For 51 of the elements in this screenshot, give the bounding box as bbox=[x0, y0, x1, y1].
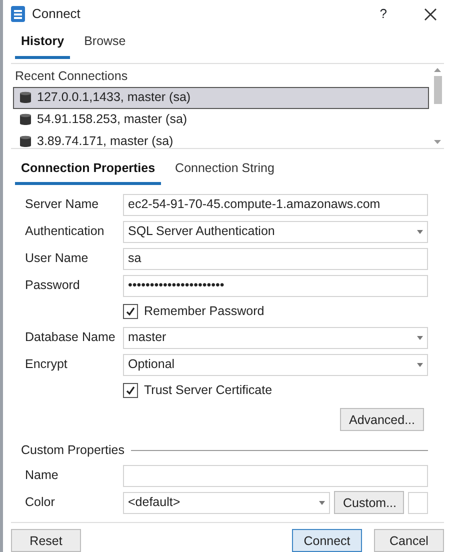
color-swatch[interactable] bbox=[408, 492, 428, 514]
field-label: Color bbox=[25, 494, 56, 512]
field-label: Password bbox=[25, 277, 81, 294]
close-icon bbox=[424, 8, 437, 22]
tab[interactable]: History bbox=[15, 28, 70, 59]
field-label: Database Name bbox=[25, 329, 116, 346]
custom-color-button[interactable]: Custom... bbox=[334, 491, 404, 514]
checkmark-icon bbox=[125, 385, 136, 396]
tab[interactable]: Connection String bbox=[169, 154, 280, 186]
connection-item[interactable]: 3.89.74.171, master (sa) bbox=[13, 130, 429, 148]
dropdown-field[interactable]: SQL Server Authentication bbox=[123, 220, 428, 243]
input-field[interactable]: sa bbox=[123, 248, 428, 270]
checkbox[interactable] bbox=[123, 304, 138, 320]
database-icon bbox=[20, 135, 31, 148]
dropdown-field[interactable]: <default> bbox=[123, 492, 330, 514]
dropdown-field[interactable]: Optional bbox=[123, 354, 428, 376]
checkbox[interactable] bbox=[123, 383, 138, 398]
dropdown-caret-icon bbox=[417, 362, 423, 367]
scroll-up-icon[interactable] bbox=[434, 68, 441, 72]
database-icon bbox=[20, 91, 31, 104]
dialog-button[interactable]: Cancel bbox=[374, 529, 444, 552]
tab[interactable]: Connection Properties bbox=[15, 154, 162, 186]
connection-item[interactable]: 127.0.0.1,1433, master (sa) bbox=[13, 86, 429, 108]
group-heading: Custom Properties bbox=[21, 442, 125, 460]
input-field[interactable]: •••••••••••••••••••••• bbox=[123, 274, 428, 297]
checkmark-icon bbox=[125, 306, 136, 318]
dialog-button[interactable]: Connect bbox=[292, 529, 362, 552]
dropdown-caret-icon bbox=[417, 336, 423, 340]
advanced-button[interactable]: Advanced... bbox=[340, 408, 424, 431]
scroll-down-icon[interactable] bbox=[434, 140, 441, 144]
app-logo-icon bbox=[11, 6, 25, 22]
field-label: Encrypt bbox=[25, 356, 68, 374]
checkbox-label: Remember Password bbox=[144, 303, 264, 320]
dropdown-caret-icon bbox=[417, 230, 423, 234]
dialog-button[interactable]: Reset bbox=[11, 529, 81, 552]
tab[interactable]: Browse bbox=[78, 28, 132, 59]
help-button[interactable]: ? bbox=[370, 3, 396, 25]
input-field[interactable]: ec2-54-91-70-45.compute-1.amazonaws.com bbox=[123, 194, 428, 216]
checkbox-label: Trust Server Certificate bbox=[144, 382, 272, 400]
scroll-thumb[interactable] bbox=[434, 76, 442, 104]
field-label: Server Name bbox=[25, 196, 100, 214]
field-label: User Name bbox=[25, 250, 90, 268]
connection-item[interactable]: 54.91.158.253, master (sa) bbox=[13, 108, 429, 130]
field-label: Authentication bbox=[25, 223, 106, 240]
database-icon bbox=[20, 113, 31, 126]
dropdown-field[interactable]: master bbox=[123, 326, 428, 349]
dropdown-caret-icon bbox=[319, 500, 325, 504]
input-field[interactable] bbox=[123, 464, 428, 486]
list-heading: Recent Connections bbox=[14, 68, 129, 85]
field-label: Name bbox=[25, 467, 60, 484]
window-title: Connect bbox=[32, 5, 82, 24]
